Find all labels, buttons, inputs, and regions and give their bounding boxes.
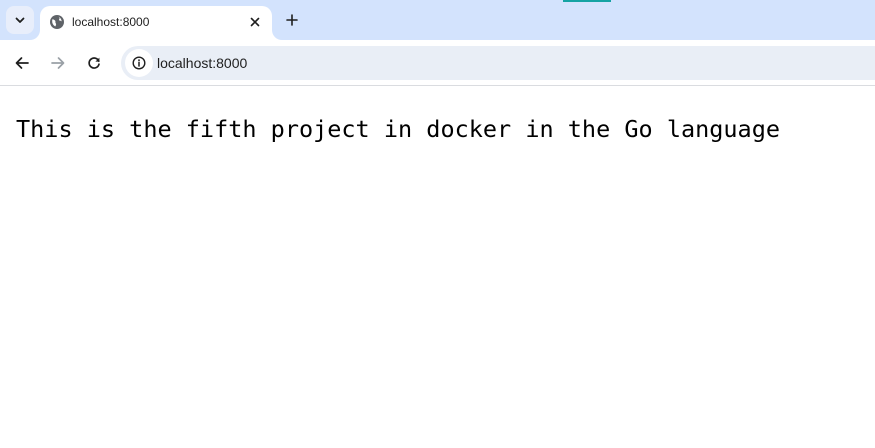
chevron-down-icon <box>15 17 25 23</box>
tab-strip-accent <box>563 0 611 2</box>
tab-title: localhost:8000 <box>72 15 150 29</box>
close-icon <box>250 17 260 27</box>
back-button[interactable] <box>10 51 34 75</box>
page-body-text: This is the fifth project in docker in t… <box>16 115 781 143</box>
url-text[interactable]: localhost:8000 <box>157 55 247 71</box>
tab-strip: localhost:8000 <box>0 0 875 40</box>
globe-icon <box>50 15 64 29</box>
reload-button[interactable] <box>82 51 106 75</box>
tab-close-button[interactable] <box>246 13 264 31</box>
browser-window: localhost:8000 localhost:8000 This is th… <box>0 0 875 448</box>
page-content: This is the fifth project in docker in t… <box>0 87 875 448</box>
arrow-right-icon <box>51 57 65 69</box>
browser-toolbar: localhost:8000 <box>0 40 875 86</box>
arrow-left-icon <box>15 57 29 69</box>
site-info-button[interactable] <box>125 49 153 77</box>
plus-icon <box>286 14 298 26</box>
info-icon <box>132 56 146 70</box>
reload-icon <box>88 57 100 69</box>
address-bar[interactable]: localhost:8000 <box>121 46 875 80</box>
new-tab-button[interactable] <box>280 8 304 32</box>
forward-button[interactable] <box>46 51 70 75</box>
browser-tab[interactable]: localhost:8000 <box>40 6 272 40</box>
